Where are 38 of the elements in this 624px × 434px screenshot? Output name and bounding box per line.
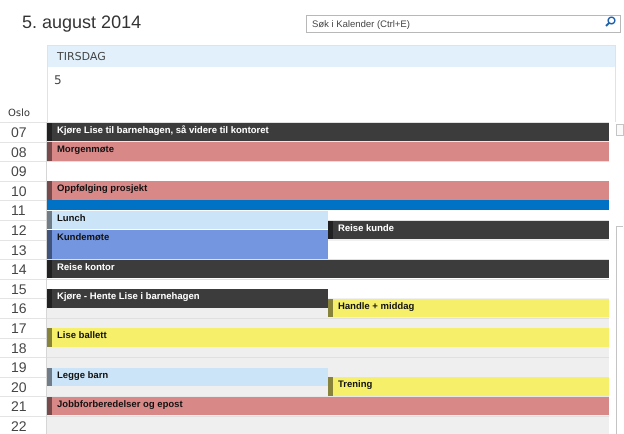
hour-label: 11	[0, 200, 46, 220]
hour-label: 20	[0, 376, 46, 396]
hour-label: 16	[0, 298, 46, 318]
day-number: 5	[53, 72, 63, 87]
calendar-event[interactable]: Jobbforberedelser og epost	[47, 396, 609, 416]
calendar-event[interactable]: Handle + middag	[328, 298, 609, 318]
calendar-event[interactable]: Trening	[328, 377, 609, 396]
calendar-event[interactable]: Oppfølging prosjekt	[47, 181, 609, 200]
hour-label: 21	[0, 396, 46, 416]
calendar-event[interactable]: Morgenmøte	[47, 142, 609, 161]
timezone-label: Oslo	[7, 108, 31, 121]
hour-label: 22	[0, 416, 46, 434]
hour-label: 15	[0, 278, 46, 298]
search-icon[interactable]	[605, 16, 616, 26]
search-field[interactable]: Søk i Kalender (Ctrl+E)	[306, 15, 621, 33]
hour-label: 17	[0, 318, 46, 338]
calendar-event[interactable]: Kjøre - Hente Lise i barnehagen	[47, 289, 328, 308]
hour-label: 19	[0, 357, 46, 377]
hour-label: 08	[0, 142, 46, 162]
hour-label: 14	[0, 259, 46, 279]
hour-label: 18	[0, 338, 46, 358]
calendar-grid[interactable]	[47, 122, 609, 434]
hour-label: 09	[0, 161, 46, 181]
hour-label: 07	[0, 122, 46, 142]
calendar-event[interactable]: Reise kunde	[328, 220, 609, 240]
calendar-event[interactable]: Kundemøte	[47, 230, 328, 259]
scrollbar-track[interactable]	[616, 226, 623, 434]
calendar-event[interactable]: Lise ballett	[47, 328, 609, 347]
calendar-event[interactable]: Kjøre Lise til barnehagen, så videre til kontoret	[47, 122, 609, 142]
calendar-event[interactable]: Legge barn	[47, 368, 328, 386]
date-title: 5. august 2014	[22, 12, 142, 33]
hour-label: 10	[0, 180, 46, 200]
calendar-event[interactable]: Lunch	[47, 210, 328, 230]
hour-label: 12	[0, 220, 46, 240]
weekday-header: TIRSDAG	[48, 46, 615, 67]
selected-time-slot[interactable]	[47, 200, 609, 210]
calendar-event[interactable]: Reise kontor	[47, 260, 609, 278]
hour-label: 13	[0, 240, 46, 260]
